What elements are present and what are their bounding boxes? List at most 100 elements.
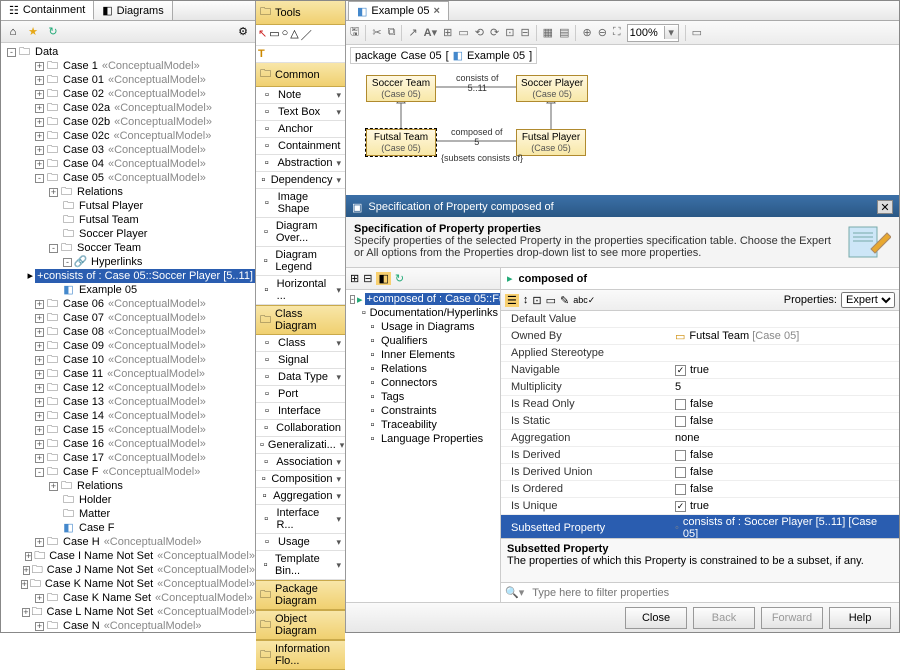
containment-tree[interactable]: -🗀Data+🗀Case 1 «ConceptualModel»+🗀Case 0… <box>1 43 255 632</box>
tree-item[interactable]: -🗀Case 05 «ConceptualModel» <box>3 171 255 185</box>
home-icon[interactable]: ⌂ <box>5 24 21 40</box>
cursor-icon[interactable]: ↖ <box>258 27 267 43</box>
history-icon[interactable]: ◧ <box>376 272 390 285</box>
tree-toggle[interactable]: - <box>7 48 16 57</box>
tool-icon[interactable]: ⊡ <box>532 294 541 307</box>
spec-nav-item[interactable]: ▫Usage in Diagrams <box>348 320 498 334</box>
save-icon[interactable]: 🖫 <box>350 23 359 42</box>
property-value[interactable]: 5 <box>671 380 899 394</box>
close-icon[interactable]: × <box>434 5 440 17</box>
tool-icon[interactable]: ⊞ <box>443 26 452 39</box>
tree-toggle[interactable]: + <box>35 90 44 99</box>
tree-toggle[interactable]: + <box>21 580 28 589</box>
spec-nav-item[interactable]: ▫Tags <box>348 390 498 404</box>
checkbox-icon[interactable]: ✓ <box>675 365 686 376</box>
palette-item[interactable]: ▫Class▾ <box>256 335 345 352</box>
tree-toggle[interactable]: + <box>35 398 44 407</box>
tree-toggle[interactable]: + <box>35 538 44 547</box>
tree-toggle[interactable]: - <box>350 295 355 304</box>
triangle-icon[interactable]: △ <box>290 27 298 43</box>
tree-item[interactable]: +🗀Case 10 «ConceptualModel» <box>3 353 255 367</box>
spec-nav-root[interactable]: -▸+composed of : Case 05::Futsal Player <box>348 292 498 306</box>
forward-button[interactable]: Forward <box>761 607 823 629</box>
chevron-down-icon[interactable]: ▾ <box>336 491 341 502</box>
zoom-input[interactable] <box>628 27 664 39</box>
spec-nav-item[interactable]: ▫Documentation/Hyperlinks <box>348 306 498 320</box>
spec-nav-item[interactable]: ▫Relations <box>348 362 498 376</box>
tree-toggle[interactable]: + <box>35 132 44 141</box>
tree-item[interactable]: +🗀Case 04 «ConceptualModel» <box>3 157 255 171</box>
tree-toggle[interactable]: + <box>49 482 58 491</box>
tree-item[interactable]: 🗀Soccer Player <box>3 227 255 241</box>
tree-item[interactable]: +🗀Case H «ConceptualModel» <box>3 535 255 549</box>
palette-group-classdiagram[interactable]: 🗀 Class Diagram <box>256 305 345 335</box>
tree-item[interactable]: 🗀Matter <box>3 507 255 521</box>
property-row[interactable]: Is Unique✓true <box>501 498 899 515</box>
tool-icon[interactable]: ✎ <box>560 294 569 307</box>
palette-item[interactable]: ▫Diagram Legend <box>256 247 345 276</box>
close-button[interactable]: Close <box>625 607 687 629</box>
tree-item[interactable]: +🗀Case 14 «ConceptualModel» <box>3 409 255 423</box>
tool-icon[interactable]: ▤ <box>559 26 569 39</box>
tree-toggle[interactable]: + <box>35 146 44 155</box>
tree-item[interactable]: ◧Case F <box>3 521 255 535</box>
palette-item[interactable]: ▫Image Shape <box>256 189 345 218</box>
palette-item[interactable]: ▫Dependency▾ <box>256 172 345 189</box>
filter-input[interactable] <box>528 585 899 601</box>
property-row[interactable]: Aggregationnone <box>501 430 899 447</box>
tree-item[interactable]: +🗀Case L Name Not Set «ConceptualModel» <box>3 605 255 619</box>
tree-item[interactable]: +🗀Case 15 «ConceptualModel» <box>3 423 255 437</box>
chevron-down-icon[interactable]: ▾ <box>336 514 341 525</box>
tree-item[interactable]: +🗀Case K Name Set «ConceptualModel» <box>3 591 255 605</box>
spec-nav-item[interactable]: ▫Connectors <box>348 376 498 390</box>
gear-icon[interactable]: ⚙ <box>235 24 251 40</box>
property-value[interactable]: none <box>671 431 899 445</box>
property-value[interactable]: ✓true <box>671 363 899 377</box>
back-button[interactable]: Back <box>693 607 755 629</box>
tree-toggle[interactable]: + <box>35 342 44 351</box>
tree-toggle[interactable]: + <box>35 622 44 631</box>
tool-icon[interactable]: ⊟ <box>520 26 529 39</box>
spec-nav-item[interactable]: ▫Qualifiers <box>348 334 498 348</box>
refresh-icon[interactable]: ↻ <box>395 272 404 285</box>
zoom-in-icon[interactable]: ⊕ <box>582 26 591 39</box>
tree-toggle[interactable]: + <box>35 300 44 309</box>
chevron-down-icon[interactable]: ▾ <box>336 90 341 101</box>
property-value[interactable]: false <box>671 414 899 428</box>
tool-icon[interactable]: ▭ <box>546 294 556 307</box>
property-row[interactable]: Multiplicity5 <box>501 379 899 396</box>
tree-toggle[interactable]: + <box>35 76 44 85</box>
tree-toggle[interactable]: + <box>35 440 44 449</box>
property-value[interactable]: false <box>671 448 899 462</box>
checkbox-icon[interactable] <box>675 399 686 410</box>
tree-item[interactable]: +🗀Case 02b «ConceptualModel» <box>3 115 255 129</box>
tree-item[interactable]: +🗀Relations <box>3 479 255 493</box>
text-tool-icon[interactable]: T <box>256 46 345 63</box>
palette-item[interactable]: ▫Signal <box>256 352 345 369</box>
tree-item[interactable]: +🗀Case N «ConceptualModel» <box>3 619 255 632</box>
abc-icon[interactable]: abc✓ <box>573 295 595 306</box>
tree-toggle[interactable]: + <box>35 426 44 435</box>
uml-class-soccer-player[interactable]: Soccer Player(Case 05) <box>516 75 588 102</box>
property-row[interactable]: Is Staticfalse <box>501 413 899 430</box>
tree-item[interactable]: -🔗Hyperlinks <box>3 255 255 269</box>
uml-class-futsal-player[interactable]: Futsal Player(Case 05) <box>516 129 586 156</box>
chevron-down-icon[interactable]: ▾ <box>336 175 341 186</box>
tool-a-icon[interactable]: A▾ <box>424 26 437 39</box>
tree-toggle[interactable]: + <box>35 104 44 113</box>
tree-item[interactable]: -🗀Case F «ConceptualModel» <box>3 465 255 479</box>
sort-icon[interactable]: ↕ <box>523 294 529 306</box>
tree-item[interactable]: +🗀Case 17 «ConceptualModel» <box>3 451 255 465</box>
palette-item[interactable]: ▫Usage▾ <box>256 534 345 551</box>
tree-toggle[interactable]: - <box>63 258 72 267</box>
tree-item[interactable]: +🗀Case 01 «ConceptualModel» <box>3 73 255 87</box>
palette-item[interactable]: ▫Port <box>256 386 345 403</box>
cut-icon[interactable]: ✂ <box>372 26 381 39</box>
checkbox-icon[interactable]: ✓ <box>675 501 686 512</box>
tree-item[interactable]: +🗀Case 11 «ConceptualModel» <box>3 367 255 381</box>
tree-toggle[interactable]: - <box>35 174 44 183</box>
spec-nav-item[interactable]: ▫Language Properties <box>348 432 498 446</box>
tree-item[interactable]: +🗀Case K Name Not Set «ConceptualModel» <box>3 577 255 591</box>
property-value[interactable] <box>671 352 899 354</box>
tree-toggle[interactable]: + <box>35 62 44 71</box>
